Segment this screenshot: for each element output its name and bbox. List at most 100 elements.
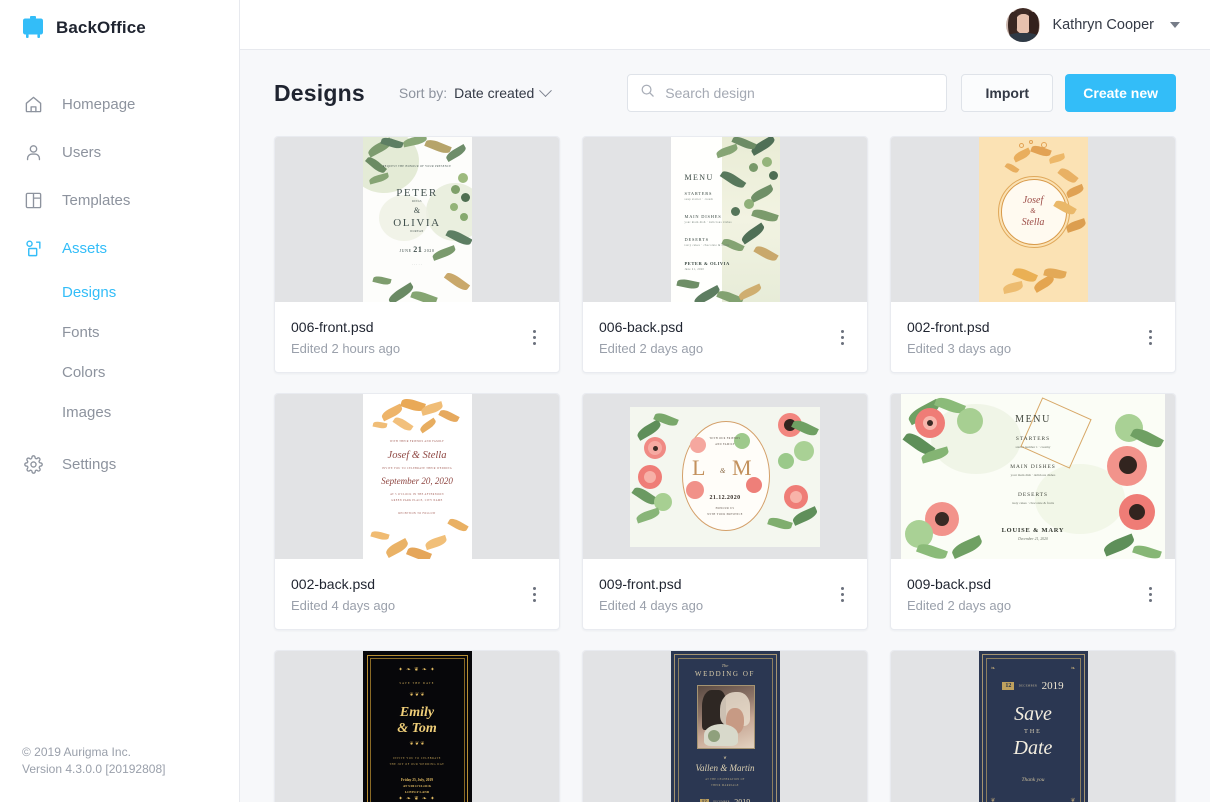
sidebar-subitem-label: Colors [62,363,106,381]
artwork-text: June 21, 2020 [684,268,705,272]
artwork-emily-tom: ✦ ❧ ❦ ❧ ✦ SAVE THE DATE ❦ ❦ ❦ Emily & To… [362,651,472,802]
design-card-info: 006-back.psd Edited 2 days ago [583,302,867,372]
sidebar-item-label: Templates [62,191,131,209]
main-area: Kathryn Cooper Designs Sort by: Date cre… [240,0,1210,802]
sidebar-item-assets[interactable]: Assets [0,224,239,272]
artwork-text: DESERTS [1017,492,1049,499]
sidebar-item-colors[interactable]: Colors [0,352,239,392]
import-button[interactable]: Import [961,74,1054,113]
search-box[interactable] [627,74,948,113]
sidebar: BackOffice Homepage Users Templates Asse… [0,0,240,802]
content-scroll: Designs Sort by: Date created Import [240,50,1210,802]
artwork-text: PETER [396,187,438,200]
designs-grid: REQUEST THE HONOUR OF YOUR PRESENCE PETE… [274,136,1176,802]
sidebar-subitem-label: Images [62,403,112,421]
copyright-text: © 2019 Aurigma Inc. [22,745,131,759]
artwork-text: The [721,663,729,669]
design-card[interactable]: MENU STARTERS soup starter · cream MAIN … [582,136,868,374]
artwork-date: 12 DECEMBER 2019 [979,677,1088,695]
artwork-menu-floral: MENU STARTERS starter number 1 · creamy … [901,394,1165,560]
user-name: Kathryn Cooper [1052,16,1154,33]
search-input[interactable] [665,85,935,102]
sidebar-footer: © 2019 Aurigma Inc. Version 4.3.0.0 [201… [22,744,165,778]
page-title: Designs [274,79,365,106]
card-menu-button[interactable] [523,581,545,607]
design-name: 006-front.psd [291,318,374,335]
card-menu-button[interactable] [831,324,853,350]
artwork-text: your main dish · delicious dishes [1010,473,1056,478]
artwork-text: · · · · · [411,264,423,268]
card-menu-button[interactable] [1139,324,1161,350]
artwork-text: September 20, 2020 [381,476,453,487]
artwork-text: RECEPTION TO FOLLOW [398,512,436,516]
artwork-text: REQUEST THE HONOUR OF YOUR PRESENCE [382,165,452,169]
artwork-text: & [720,466,726,475]
design-card[interactable]: The WEDDING OF ❦ Vallen & Martin AT THE … [582,650,868,802]
artwork-text: WITH YOUR PRESENCE [707,512,743,516]
design-card[interactable]: WITH THEIR FRIENDS AND FAMILY Josef & St… [274,393,560,631]
artwork-peter-olivia: REQUEST THE HONOUR OF YOUR PRESENCE PETE… [362,137,472,303]
sidebar-item-settings[interactable]: Settings [0,440,239,488]
artwork-text: AT 5 O'CLOCK IN THE AFTERNOON [390,493,444,497]
artwork-wedding-of: The WEDDING OF ❦ Vallen & Martin AT THE … [670,651,780,802]
sidebar-item-users[interactable]: Users [0,128,239,176]
design-card-info: 006-front.psd Edited 2 hours ago [275,302,559,372]
sidebar-item-fonts[interactable]: Fonts [0,312,239,352]
card-menu-button[interactable] [1139,581,1161,607]
artwork-text: MAIN DISHES [1010,464,1056,471]
artwork-text: starter number 1 · creamy [1015,445,1051,450]
design-thumbnail: 12 DECEMBER 2019 Save THE Date Thank you… [891,651,1175,802]
design-name: 009-front.psd [599,575,682,592]
design-card[interactable]: 12 DECEMBER 2019 Save THE Date Thank you… [890,650,1176,802]
sidebar-subitem-label: Fonts [62,323,100,341]
design-edited: Edited 2 hours ago [291,340,401,356]
sidebar-item-designs[interactable]: Designs [0,272,239,312]
artwork-text: your main dish · delicious dishes [684,221,732,225]
design-edited: Edited 2 days ago [907,597,1012,613]
design-name: 009-back.psd [907,575,992,592]
design-card[interactable]: REQUEST THE HONOUR OF YOUR PRESENCE PETE… [274,136,560,374]
design-card[interactable]: Josef & Stella 002-front.psd Edited 3 da… [890,136,1176,374]
artwork-text: WITH OUR FRIENDS [709,436,741,440]
toolbar: Designs Sort by: Date created Import [274,50,1176,136]
design-thumbnail: WITH OUR FRIENDS AND FAMILY L & M 21.12.… [583,394,867,560]
easel-icon [22,16,44,40]
artwork-text: STARTERS [1015,436,1051,443]
artwork-text: Stella [1021,217,1045,229]
design-card[interactable]: WITH OUR FRIENDS AND FAMILY L & M 21.12.… [582,393,868,631]
artwork-text: Vallen & Martin [695,763,755,774]
gear-icon [22,453,44,475]
sidebar-item-homepage[interactable]: Homepage [0,80,239,128]
artwork-text: MAIN DISHES [684,214,722,220]
design-card[interactable]: MENU STARTERS starter number 1 · creamy … [890,393,1176,631]
artwork-text: AT 5:00 O'CLOCK [402,784,432,789]
assets-icon [22,237,44,259]
chevron-down-icon [539,84,553,97]
sort-value: Date created [454,85,535,102]
artwork-text: DESERTS [684,237,709,243]
artwork-text: M [732,454,752,480]
search-icon [640,83,655,103]
sidebar-item-images[interactable]: Images [0,392,239,432]
topbar: Kathryn Cooper [240,0,1210,51]
design-edited: Edited 4 days ago [291,597,396,613]
artwork-text: THE [1024,729,1042,736]
sort-dropdown[interactable]: Sort by: Date created [398,84,553,102]
card-menu-button[interactable] [523,324,545,350]
artwork-text: DOREAN [410,230,424,234]
user-menu[interactable]: Kathryn Cooper [1006,7,1180,42]
artwork-text: OLIVIA [393,217,441,230]
sidebar-item-templates[interactable]: Templates [0,176,239,224]
artwork-text: RINGS [412,200,422,204]
create-new-button[interactable]: Create new [1065,74,1176,113]
artwork-save-the-date: 12 DECEMBER 2019 Save THE Date Thank you… [978,651,1088,802]
artwork-text: WITH THEIR FRIENDS AND FAMILY [389,440,445,444]
artwork-text: LOVELY LAND [404,790,430,795]
sort-label: Sort by: [398,85,448,102]
card-menu-button[interactable] [831,581,853,607]
artwork-text: & [413,206,421,216]
artwork-text: tasty cakes · chocolate & fruits [684,244,730,248]
artwork-text: & Tom [397,721,437,737]
design-card[interactable]: ✦ ❧ ❦ ❧ ✦ SAVE THE DATE ❦ ❦ ❦ Emily & To… [274,650,560,802]
brand[interactable]: BackOffice [0,0,239,56]
